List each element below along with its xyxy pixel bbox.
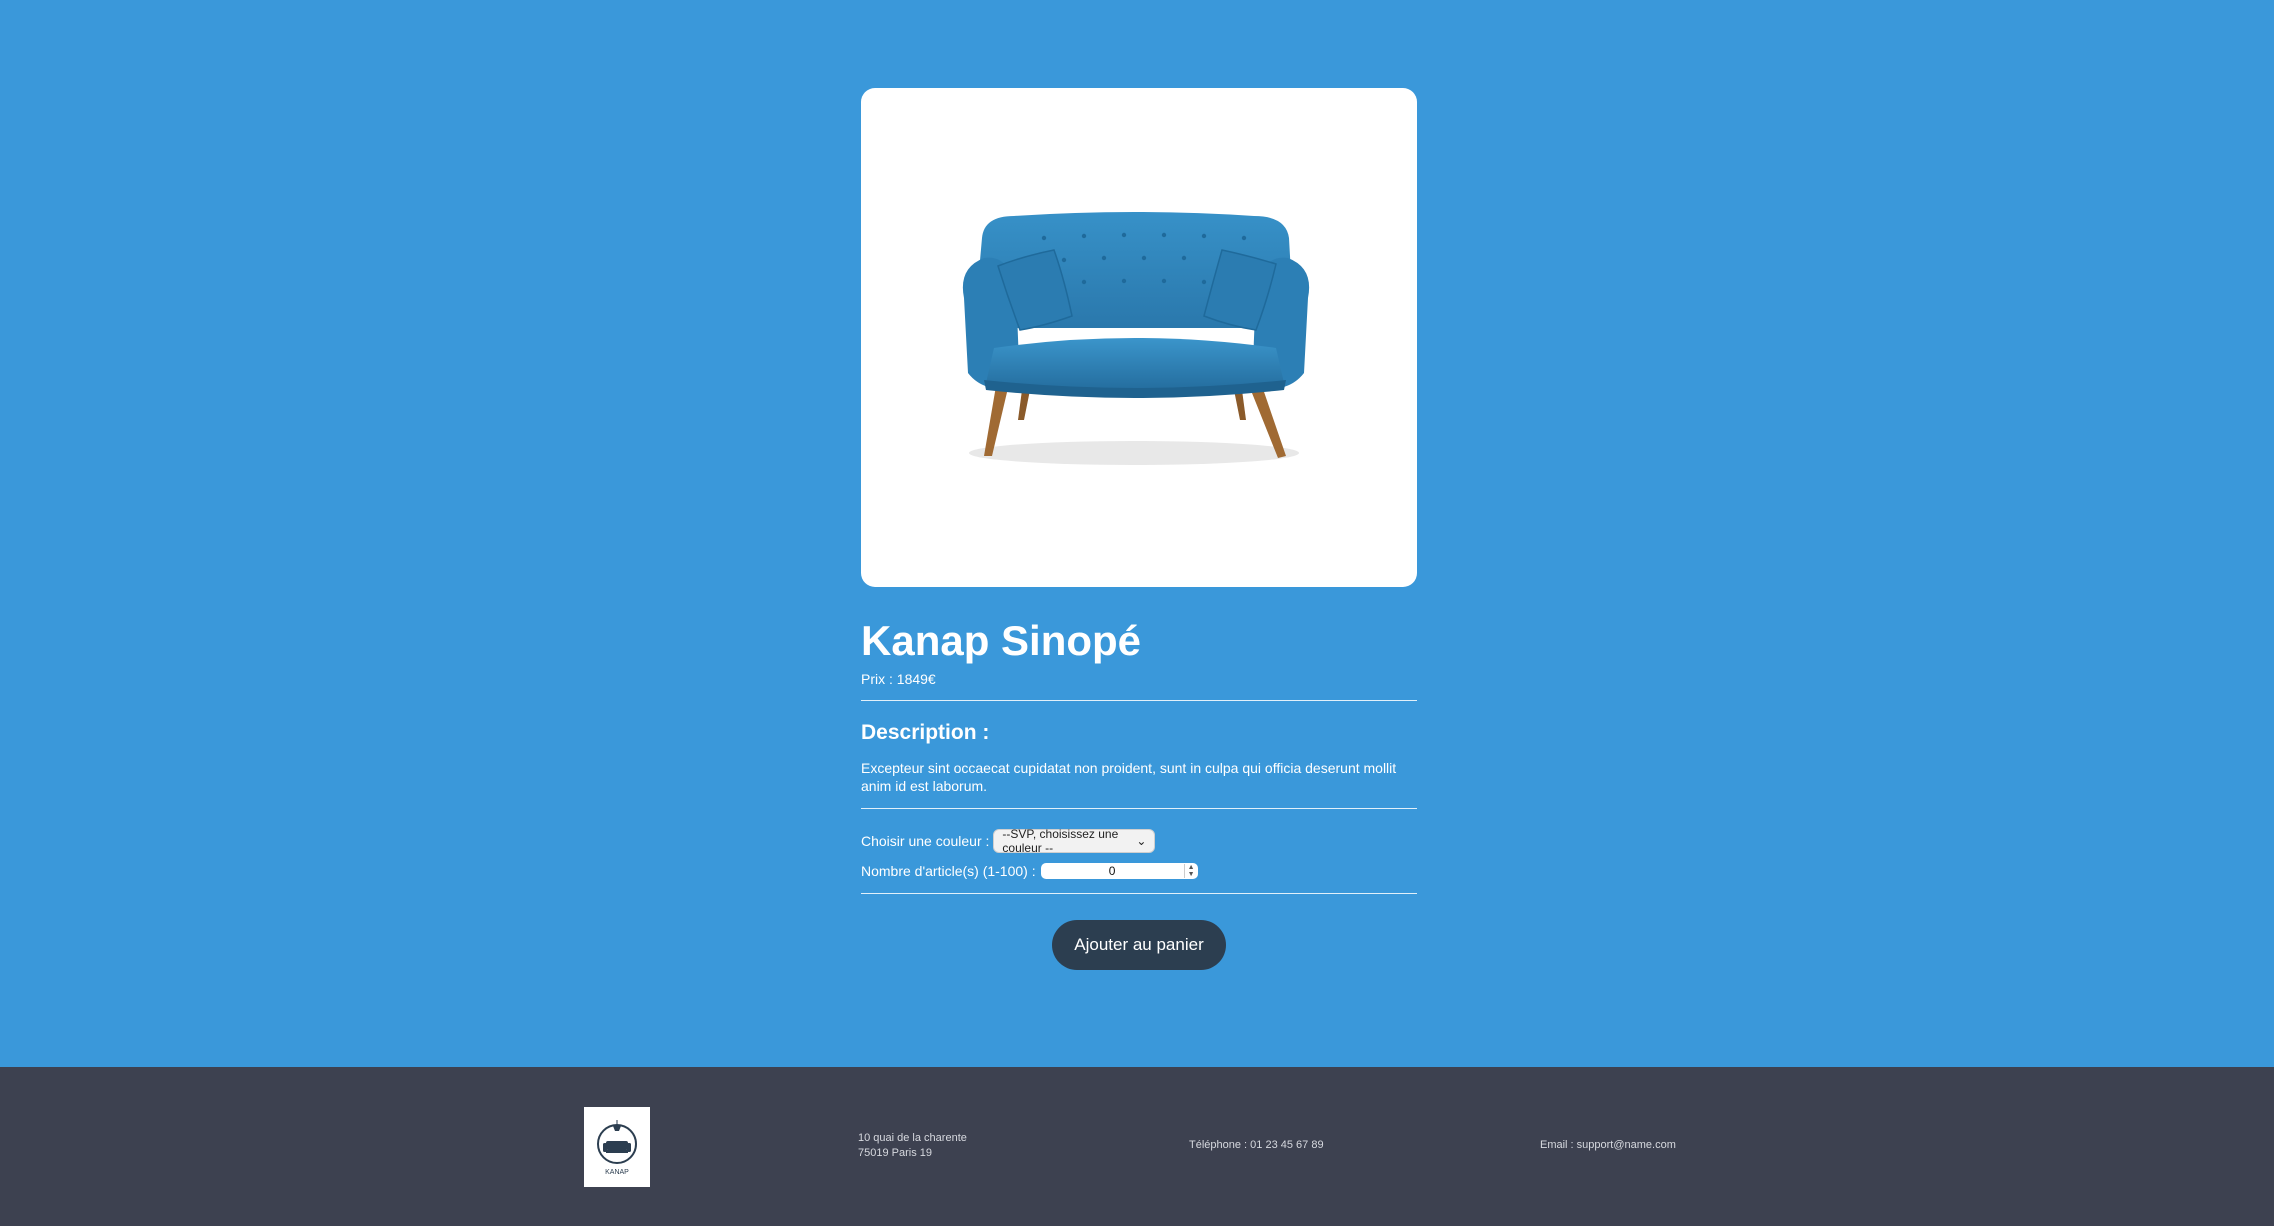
add-to-cart-button[interactable]: Ajouter au panier — [1052, 920, 1226, 971]
footer-email[interactable]: Email : support@name.com — [1540, 1138, 1676, 1153]
quantity-row: Nombre d'article(s) (1-100) : 0 ▲ ▼ — [861, 863, 1417, 880]
address-line-2: 75019 Paris 19 — [858, 1146, 932, 1159]
quantity-input[interactable]: 0 ▲ ▼ — [1040, 863, 1198, 880]
kanap-logo[interactable]: KANAP — [584, 1107, 650, 1187]
product-section: Kanap Sinopé Prix : 1849€ Description : … — [861, 88, 1417, 971]
color-select[interactable]: --SVP, choisissez une couleur -- ⌄ — [993, 827, 1156, 856]
quantity-label: Nombre d'article(s) (1-100) : — [861, 863, 1036, 880]
chevron-down-icon: ⌄ — [1136, 834, 1147, 849]
sofa-image — [962, 211, 1310, 465]
footer-phone: Téléphone : 01 23 45 67 89 — [1189, 1139, 1324, 1151]
color-label: Choisir une couleur : — [861, 833, 990, 850]
product-price: Prix : 1849€ — [861, 671, 936, 688]
address-line-1: 10 quai de la charente — [858, 1132, 967, 1144]
color-select-value: --SVP, choisissez une couleur -- — [1002, 827, 1119, 856]
footer: KANAP 10 quai de la charente 75019 Paris… — [0, 1067, 2274, 1226]
divider — [861, 893, 1417, 895]
footer-address: 10 quai de la charente 75019 Paris 19 — [858, 1131, 967, 1161]
quantity-value: 0 — [1108, 864, 1116, 879]
description-title: Description : — [861, 721, 990, 745]
logo-text: KANAP — [605, 1169, 629, 1176]
product-image — [861, 88, 1417, 587]
description-text: Excepteur sint occaecat cupidatat non pr… — [861, 760, 1397, 794]
sofa-logo-icon — [597, 1120, 637, 1164]
quantity-stepper[interactable]: ▲ ▼ — [1183, 864, 1198, 879]
color-row: Choisir une couleur : --SVP, choisissez … — [861, 827, 1417, 856]
divider — [861, 808, 1417, 810]
divider — [861, 700, 1417, 702]
product-title: Kanap Sinopé — [861, 617, 1142, 664]
